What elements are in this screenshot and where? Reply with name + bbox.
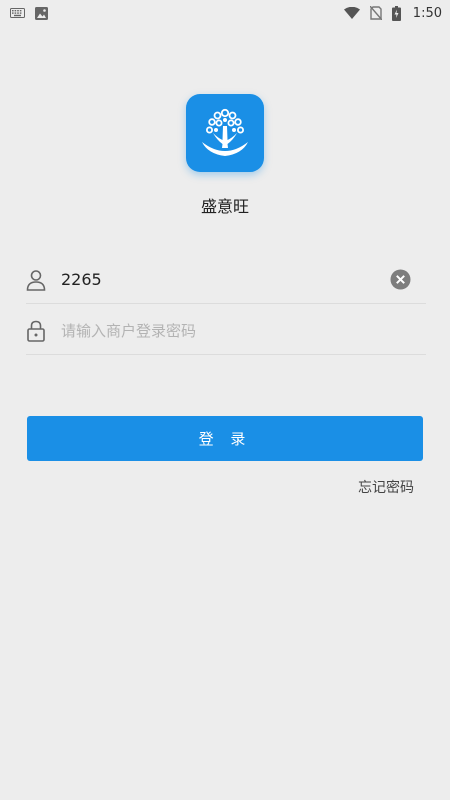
keyboard-icon <box>10 8 25 18</box>
lock-icon <box>26 319 46 343</box>
user-icon <box>26 268 46 292</box>
app-name: 盛意旺 <box>200 197 249 216</box>
username-row <box>26 256 426 304</box>
password-row <box>26 307 426 355</box>
status-left <box>10 6 48 20</box>
image-icon <box>35 6 48 20</box>
app-logo <box>186 94 264 172</box>
username-field[interactable] <box>61 264 389 295</box>
no-sim-icon <box>369 6 382 20</box>
wifi-icon <box>343 7 360 19</box>
login-screen: 1:50 盛意旺 2265 登 录 忘记密码 <box>0 0 450 800</box>
status-bar: 1:50 <box>0 0 450 26</box>
clear-icon[interactable] <box>389 269 411 291</box>
password-field[interactable] <box>61 315 426 346</box>
status-right: 1:50 <box>343 5 442 21</box>
login-button[interactable]: 登 录 <box>27 416 423 461</box>
status-time: 1:50 <box>412 5 442 21</box>
battery-charging-icon <box>391 5 401 21</box>
forgot-password-link[interactable]: 忘记密码 <box>358 477 414 497</box>
tree-icon <box>202 108 248 156</box>
